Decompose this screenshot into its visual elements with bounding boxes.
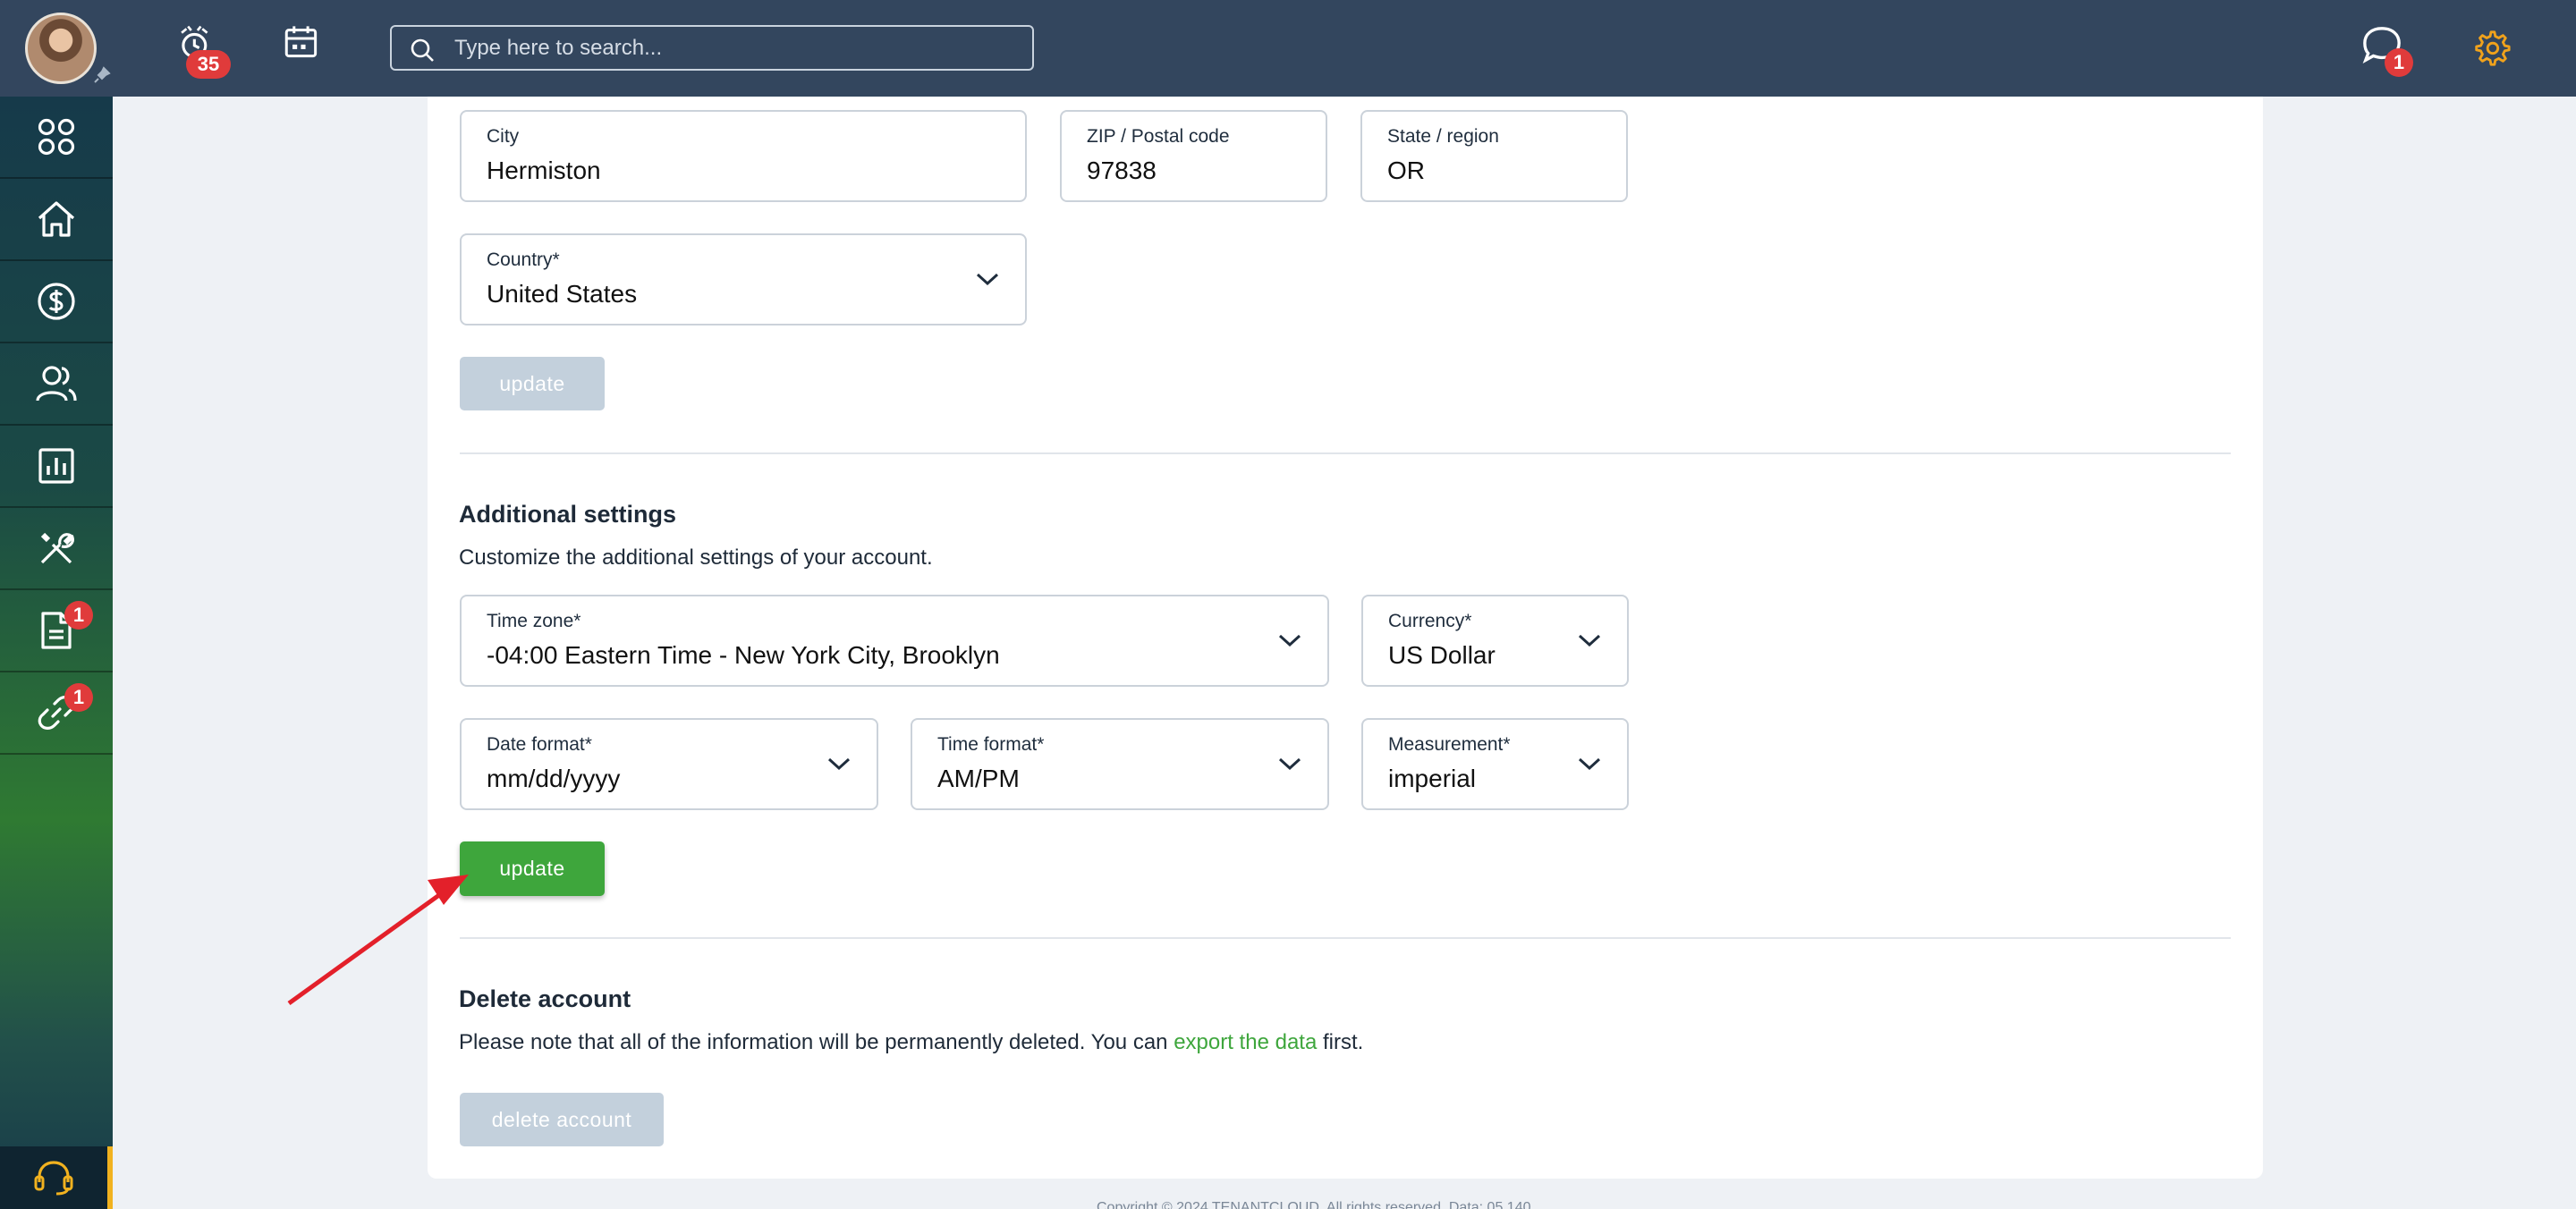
top-bar: 35 1 <box>0 0 2576 97</box>
state-field[interactable]: State / region OR <box>1360 110 1628 202</box>
search-icon <box>411 38 434 62</box>
currency-label: Currency* <box>1388 611 1472 631</box>
sidebar-item-contacts[interactable] <box>0 343 113 426</box>
additional-settings-description: Customize the additional settings of you… <box>459 545 933 570</box>
delete-description-text: Please note that all of the information … <box>459 1030 1174 1054</box>
timezone-value: -04:00 Eastern Time - New York City, Bro… <box>487 641 1000 669</box>
export-data-link[interactable]: export the data <box>1174 1030 1317 1054</box>
delete-account-title: Delete account <box>459 985 631 1012</box>
time-format-select[interactable]: Time format* AM/PM <box>911 718 1329 810</box>
delete-account-description: Please note that all of the information … <box>459 1030 1363 1055</box>
city-value: Hermiston <box>487 156 601 184</box>
country-label: Country* <box>487 249 560 270</box>
measurement-value: imperial <box>1388 765 1477 792</box>
zip-label: ZIP / Postal code <box>1087 126 1230 147</box>
notifications-badge: 35 <box>186 50 231 79</box>
measurement-label: Measurement* <box>1388 734 1511 755</box>
sidebar-item-dashboard[interactable] <box>0 97 113 179</box>
calendar-icon[interactable] <box>283 23 324 64</box>
sidebar-item-integrations[interactable]: 1 <box>0 672 113 755</box>
sidebar-item-finance[interactable] <box>0 261 113 343</box>
sidebar: 1 1 <box>0 97 113 1209</box>
chevron-down-icon <box>1578 634 1601 647</box>
additional-settings-title: Additional settings <box>459 501 676 528</box>
sidebar-item-maintenance[interactable] <box>0 508 113 590</box>
sidebar-item-reports[interactable] <box>0 426 113 508</box>
zip-field[interactable]: ZIP / Postal code 97838 <box>1060 110 1327 202</box>
notifications-button[interactable]: 35 <box>175 23 231 79</box>
search-input[interactable] <box>454 34 1009 63</box>
section-divider <box>460 452 2231 454</box>
date-format-value: mm/dd/yyyy <box>487 765 621 792</box>
address-update-button[interactable]: update <box>460 357 605 410</box>
user-avatar[interactable] <box>25 13 97 84</box>
delete-description-suffix: first. <box>1317 1030 1364 1054</box>
currency-select[interactable]: Currency* US Dollar <box>1361 595 1629 687</box>
dollar-icon <box>38 283 75 320</box>
chevron-down-icon <box>1278 757 1301 771</box>
chevron-down-icon <box>1578 757 1601 771</box>
state-value: OR <box>1387 156 1425 184</box>
chart-icon <box>38 448 74 484</box>
chevron-down-icon <box>1278 634 1301 647</box>
messages-badge: 1 <box>2385 48 2413 77</box>
zip-value: 97838 <box>1087 156 1157 184</box>
footer-copyright: Copyright © 2024 TENANTCLOUD. All rights… <box>1097 1200 1531 1209</box>
city-field[interactable]: City Hermiston <box>460 110 1027 202</box>
measurement-select[interactable]: Measurement* imperial <box>1361 718 1629 810</box>
time-format-label: Time format* <box>937 734 1045 755</box>
documents-badge: 1 <box>64 601 93 630</box>
date-format-label: Date format* <box>487 734 592 755</box>
timezone-select[interactable]: Time zone* -04:00 Eastern Time - New Yor… <box>460 595 1329 687</box>
sidebar-item-home[interactable] <box>0 179 113 261</box>
country-value: United States <box>487 280 638 308</box>
pin-icon <box>94 66 111 83</box>
grid-icon <box>38 118 75 156</box>
messages-button[interactable]: 1 <box>2361 25 2419 82</box>
settings-gear-icon[interactable] <box>2470 27 2512 68</box>
headset-icon <box>34 1161 73 1196</box>
section-divider <box>460 937 2231 939</box>
city-label: City <box>487 126 520 147</box>
country-select[interactable]: Country* United States <box>460 233 1027 326</box>
chevron-down-icon <box>827 757 851 771</box>
timezone-label: Time zone* <box>487 611 581 631</box>
settings-update-button[interactable]: update <box>460 841 605 896</box>
tools-icon <box>40 532 74 564</box>
support-button[interactable] <box>0 1146 113 1209</box>
chevron-down-icon <box>976 273 999 286</box>
users-icon <box>36 366 77 402</box>
delete-account-button[interactable]: delete account <box>460 1093 664 1146</box>
date-format-select[interactable]: Date format* mm/dd/yyyy <box>460 718 878 810</box>
home-icon <box>38 201 75 237</box>
state-label: State / region <box>1387 126 1499 147</box>
integrations-badge: 1 <box>64 683 93 712</box>
search-box[interactable] <box>390 25 1034 71</box>
sidebar-item-documents[interactable]: 1 <box>0 590 113 672</box>
currency-value: US Dollar <box>1388 641 1496 669</box>
time-format-value: AM/PM <box>937 765 1020 792</box>
